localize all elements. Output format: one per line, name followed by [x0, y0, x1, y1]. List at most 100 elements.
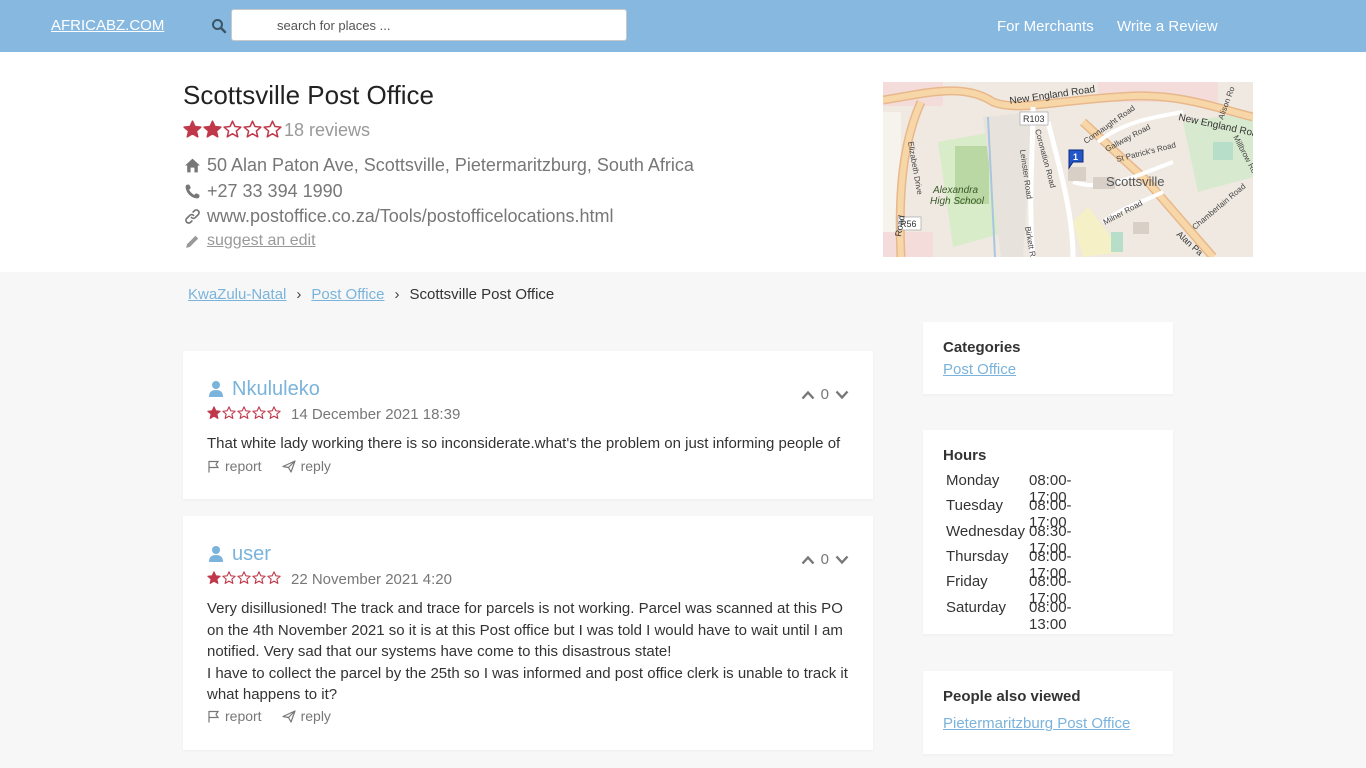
categories-card: Categories Post Office — [923, 322, 1173, 394]
review-user-name[interactable]: Nkululeko — [232, 378, 320, 401]
star-icon — [222, 571, 236, 584]
review-text: That white lady working there is so inco… — [207, 433, 857, 455]
location-map[interactable]: New England Road New England Road R103 R… — [883, 82, 1253, 257]
star-icon — [267, 406, 281, 419]
reply-label: reply — [300, 708, 331, 724]
review-count: 18 reviews — [284, 120, 371, 140]
review-card: Nkululeko 0 14 December 2021 18:39 That … — [183, 351, 873, 499]
hours-day: Saturday — [946, 599, 1007, 616]
categories-title: Categories — [943, 339, 1021, 356]
breadcrumb-separator: › — [394, 286, 400, 303]
review-line: I have to collect the parcel by the 25th… — [207, 664, 848, 682]
report-button[interactable]: report — [207, 708, 262, 724]
star-icon — [207, 571, 221, 584]
hours-day: Tuesday — [946, 497, 1003, 514]
top-bar: AFRICABZ.COM For Merchants Write a Revie… — [0, 0, 1366, 52]
review-line: Very disillusioned! The track and trace … — [207, 600, 843, 617]
chevron-down-icon[interactable] — [835, 390, 849, 400]
map-label: High School — [930, 196, 985, 207]
suggest-edit-link[interactable]: suggest an edit — [207, 232, 316, 250]
report-label: report — [225, 708, 262, 724]
review-rating-stars — [207, 571, 282, 585]
star-icon — [223, 120, 242, 138]
phone-row: +27 33 394 1990 — [184, 181, 343, 202]
review-text: Very disillusioned! The track and trace … — [207, 598, 857, 706]
review-vote: 0 — [801, 386, 849, 403]
website-row: www.postoffice.co.za/Tools/postofficeloc… — [184, 206, 614, 227]
suggest-edit-row: suggest an edit — [184, 232, 316, 250]
also-viewed-link-pietermaritzburg[interactable]: Pietermaritzburg Post Office — [943, 715, 1130, 732]
star-icon — [263, 120, 282, 138]
nav-for-merchants[interactable]: For Merchants — [997, 18, 1094, 35]
star-icon — [243, 120, 262, 138]
star-icon — [207, 406, 221, 419]
star-icon — [267, 571, 281, 584]
chevron-up-icon[interactable] — [801, 390, 815, 400]
breadcrumb-current: Scottsville Post Office — [409, 286, 555, 303]
breadcrumb-separator: › — [296, 286, 302, 303]
home-icon — [185, 158, 200, 173]
place-rating-stars — [183, 120, 283, 139]
review-line: what happens to it? — [207, 686, 338, 703]
reply-button[interactable]: reply — [281, 458, 331, 474]
review-vote: 0 — [801, 551, 849, 568]
also-viewed-card: People also viewed Pietermaritzburg Post… — [923, 671, 1173, 754]
send-icon — [281, 709, 296, 723]
review-actions: report reply — [207, 458, 351, 474]
pencil-icon — [186, 235, 199, 248]
map-label: Alexandra — [932, 185, 978, 196]
star-icon — [203, 120, 222, 138]
reply-button[interactable]: reply — [281, 708, 331, 724]
link-icon — [185, 209, 200, 224]
star-icon — [252, 571, 266, 584]
star-icon — [237, 406, 251, 419]
breadcrumb-kwazulu-natal[interactable]: KwaZulu-Natal — [188, 286, 286, 303]
report-button[interactable]: report — [207, 458, 262, 474]
review-date: 14 December 2021 18:39 — [291, 406, 461, 423]
review-rating-stars — [207, 406, 282, 420]
breadcrumb-post-office[interactable]: Post Office — [311, 286, 384, 303]
brand-logo-link[interactable]: AFRICABZ.COM — [51, 17, 164, 34]
review-line: That white lady working there is so inco… — [207, 435, 841, 452]
nav-write-review[interactable]: Write a Review — [1117, 18, 1218, 35]
vote-count: 0 — [820, 386, 829, 403]
user-icon — [209, 546, 223, 562]
review-user-name[interactable]: user — [232, 543, 271, 566]
flag-icon — [208, 710, 220, 722]
hours-day: Monday — [946, 472, 1000, 489]
category-link-post-office[interactable]: Post Office — [943, 361, 1016, 378]
address-text: 50 Alan Paton Ave, Scottsville, Pieterma… — [207, 155, 694, 175]
map-label: R103 — [1023, 114, 1045, 124]
hours-card: Hours Monday 08:00-17:00 Tuesday 08:00-1… — [923, 430, 1173, 634]
report-label: report — [225, 458, 262, 474]
user-icon — [209, 381, 223, 397]
chevron-down-icon[interactable] — [835, 555, 849, 565]
review-date: 22 November 2021 4:20 — [291, 571, 452, 588]
send-icon — [281, 459, 296, 473]
hours-day: Thursday — [946, 548, 1009, 565]
chevron-up-icon[interactable] — [801, 555, 815, 565]
page-title: Scottsville Post Office — [183, 80, 434, 110]
search-icon[interactable] — [211, 18, 227, 34]
hours-day: Friday — [946, 573, 988, 590]
star-icon — [237, 571, 251, 584]
phone-icon — [185, 184, 200, 199]
search-input[interactable] — [231, 9, 627, 41]
review-line: notified. Very sad that our systems have… — [207, 643, 672, 660]
vote-count: 0 — [820, 551, 829, 568]
star-icon — [222, 406, 236, 419]
review-line: on the 4th November 2021 so it is at thi… — [207, 621, 843, 639]
hours-time: 08:00-13:00 — [1029, 599, 1072, 633]
hours-day: Wednesday — [946, 523, 1025, 540]
breadcrumb: KwaZulu-Natal › Post Office › Scottsvill… — [188, 286, 554, 303]
review-actions: report reply — [207, 708, 351, 724]
star-icon — [183, 120, 202, 138]
website-text[interactable]: www.postoffice.co.za/Tools/postofficeloc… — [207, 206, 614, 227]
map-label: Scottsville — [1106, 174, 1165, 189]
phone-text: +27 33 394 1990 — [207, 181, 343, 201]
also-viewed-title: People also viewed — [943, 688, 1081, 705]
hours-title: Hours — [943, 447, 987, 464]
address-row: 50 Alan Paton Ave, Scottsville, Pieterma… — [184, 155, 694, 176]
star-icon — [252, 406, 266, 419]
flag-icon — [208, 460, 220, 472]
